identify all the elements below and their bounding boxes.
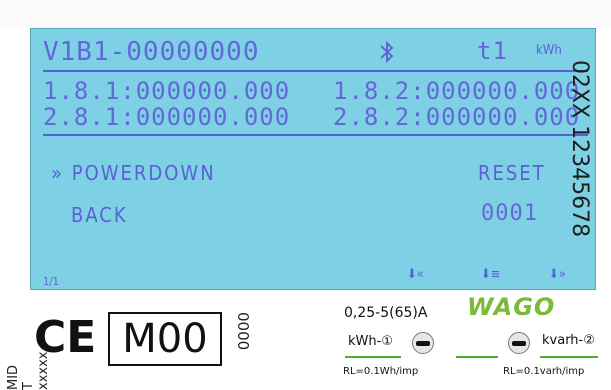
softkey-menu[interactable]: ⬇≡ [481, 267, 501, 282]
menu-cursor-icon: » [51, 161, 65, 185]
registers-separator [43, 134, 588, 136]
softkey-next[interactable]: ⬇» [549, 267, 566, 282]
kwh-led-underline [345, 356, 401, 358]
register-value: 000000.000 [135, 103, 291, 131]
kvarh-led-underline [540, 356, 598, 358]
register-2-8-2: 2.8.2:000000.000 [333, 103, 580, 131]
metrology-mark: M00 [108, 312, 222, 366]
brand-logo: WAGO [467, 293, 556, 321]
page-indicator: 1/1 [43, 275, 59, 288]
reset-code[interactable]: 0001 [481, 201, 538, 226]
led1-label: kWh-① [348, 334, 393, 349]
menu-item-reset[interactable]: RESET [478, 161, 546, 185]
center-underline [456, 356, 498, 358]
kvarh-constant: RL=0.1varh/imp [503, 366, 585, 377]
register-label: 2.8.1: [43, 103, 136, 131]
ce-mark: CE [34, 312, 97, 363]
softkey-prev[interactable]: ⬇« [407, 267, 424, 282]
meter-faceplate: V1B1-00000000 t1 kWh 1.8.1:000000.000 1.… [0, 0, 611, 390]
led2-label: kvarh-② [542, 333, 595, 348]
lcd-display: V1B1-00000000 t1 kWh 1.8.1:000000.000 1.… [30, 28, 596, 290]
top-border [0, 0, 611, 30]
kwh-led-icon [412, 332, 434, 354]
right-border [596, 28, 611, 383]
unit-indicator: kWh [536, 43, 562, 58]
kwh-constant: RL=0.1Wh/imp [343, 366, 419, 377]
current-rating: 0,25-5(65)A [344, 305, 428, 321]
small-code: 0000 [234, 312, 252, 351]
register-label: 1.8.2: [333, 77, 426, 105]
serial-number: 02XX 12345678 [567, 60, 592, 238]
meter-id: V1B1-00000000 [43, 37, 260, 67]
bluetooth-icon [377, 39, 397, 65]
register-1-8-1: 1.8.1:000000.000 [43, 77, 290, 105]
menu-item-powerdown[interactable]: » POWERDOWN [51, 161, 216, 185]
register-label: 2.8.2: [333, 103, 426, 131]
register-value: 000000.000 [425, 77, 581, 105]
header-separator [43, 70, 588, 72]
menu-label-powerdown: POWERDOWN [71, 161, 216, 185]
register-label: 1.8.1: [43, 77, 136, 105]
register-1-8-2: 1.8.2:000000.000 [333, 77, 580, 105]
register-value: 000000.000 [425, 103, 581, 131]
register-value: 000000.000 [135, 77, 291, 105]
kvarh-led-icon [508, 332, 530, 354]
tariff-indicator: t1 [477, 37, 508, 65]
mid-certification-label: MID T xxxxx [6, 351, 51, 390]
register-2-8-1: 2.8.1:000000.000 [43, 103, 290, 131]
menu-item-back[interactable]: BACK [71, 203, 128, 227]
